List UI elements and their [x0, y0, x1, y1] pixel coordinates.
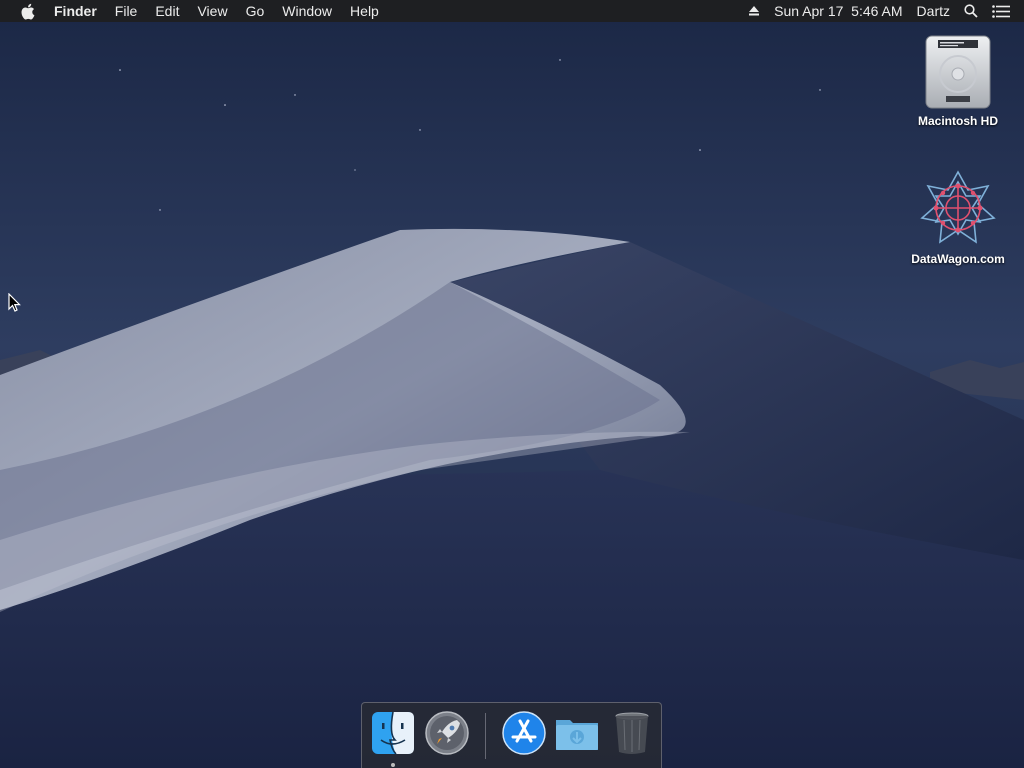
eject-icon[interactable] — [748, 0, 760, 22]
hard-drive-icon — [925, 35, 991, 109]
desktop-icon-label: DataWagon.com — [911, 252, 1005, 266]
menu-edit[interactable]: Edit — [146, 0, 188, 22]
downloads-folder-icon — [556, 720, 598, 750]
desktop[interactable]: Macintosh HD DataWagon.com — [0, 0, 1024, 768]
desktop-icon-label: Macintosh HD — [917, 114, 998, 128]
dock-item-app-store[interactable] — [501, 710, 547, 756]
dock-item-finder[interactable] — [370, 710, 416, 756]
desktop-icon-datawagon[interactable]: DataWagon.com — [903, 168, 1013, 266]
menu-finder[interactable]: Finder — [52, 0, 106, 22]
app-store-icon — [502, 711, 546, 755]
menu-help[interactable]: Help — [341, 0, 388, 22]
dock — [361, 702, 662, 768]
dock-item-trash[interactable] — [609, 710, 655, 756]
datawagon-logo-icon — [920, 170, 996, 244]
menu-view[interactable]: View — [188, 0, 236, 22]
menu-window[interactable]: Window — [273, 0, 341, 22]
menubar-user[interactable]: Dartz — [917, 0, 950, 22]
apple-menu-icon[interactable] — [20, 0, 36, 22]
menu-file[interactable]: File — [106, 0, 147, 22]
running-indicator — [391, 763, 395, 767]
desktop-icon-macintosh-hd[interactable]: Macintosh HD — [903, 30, 1013, 128]
launchpad-icon — [425, 711, 469, 755]
menu-go[interactable]: Go — [237, 0, 274, 22]
finder-icon — [372, 711, 414, 755]
mouse-cursor-icon — [8, 293, 21, 312]
notification-center-icon[interactable] — [992, 0, 1010, 22]
dock-separator — [485, 713, 486, 759]
dock-item-downloads[interactable] — [554, 710, 600, 756]
menubar-clock[interactable]: Sun Apr 17 5:46 AM — [774, 0, 902, 22]
wallpaper — [0, 0, 1024, 768]
spotlight-search-icon[interactable] — [964, 0, 978, 22]
dock-item-launchpad[interactable] — [424, 710, 470, 756]
menu-bar: Finder File Edit View Go Window Help Sun… — [0, 0, 1024, 22]
trash-icon — [615, 712, 649, 754]
